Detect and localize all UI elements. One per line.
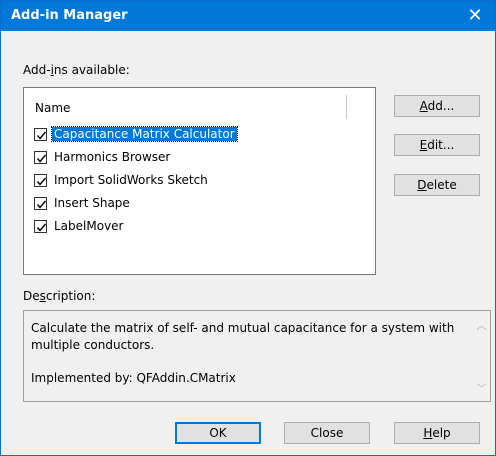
list-item[interactable]: LabelMover (34, 217, 344, 237)
checkbox[interactable] (34, 174, 47, 187)
description-label: Description: (23, 289, 96, 303)
addins-available-label: Add-ins available: (23, 63, 130, 77)
title-bar[interactable]: Add-in Manager ✕ (1, 1, 495, 31)
scroll-up-icon[interactable]: ︿ (473, 317, 490, 332)
description-text: Calculate the matrix of self- and mutual… (31, 321, 455, 352)
checkbox[interactable] (34, 151, 47, 164)
ok-button[interactable]: OK (175, 422, 261, 444)
add-button[interactable]: Add... (394, 95, 480, 117)
description-scrollbar[interactable]: ︿ ﹀ (473, 311, 490, 401)
addins-list[interactable]: Name Capacitance Matrix Calculator Harmo… (23, 87, 376, 275)
list-item-label: Import SolidWorks Sketch (54, 173, 208, 187)
list-item-label: Capacitance Matrix Calculator (51, 126, 238, 142)
list-item[interactable]: Insert Shape (34, 194, 344, 214)
list-item[interactable]: Harmonics Browser (34, 148, 344, 168)
list-item[interactable]: Capacitance Matrix Calculator (34, 125, 344, 145)
window-title: Add-in Manager (11, 8, 128, 23)
checkmark-icon (36, 131, 47, 140)
checkbox[interactable] (34, 128, 47, 141)
close-icon[interactable]: ✕ (455, 1, 495, 31)
column-separator[interactable] (346, 95, 347, 119)
list-header: Name (24, 88, 375, 122)
checkbox[interactable] (34, 197, 47, 210)
list-item[interactable]: Import SolidWorks Sketch (34, 171, 344, 191)
scroll-down-icon[interactable]: ﹀ (473, 380, 490, 395)
close-button[interactable]: Close (284, 422, 370, 444)
checkmark-icon (36, 223, 47, 232)
checkmark-icon (36, 200, 47, 209)
delete-button[interactable]: Delete (394, 174, 480, 196)
column-header-name[interactable]: Name (35, 101, 70, 115)
list-item-label: LabelMover (54, 219, 124, 233)
implemented-by-text: Implemented by: QFAddin.CMatrix (31, 371, 236, 385)
checkmark-icon (36, 177, 47, 186)
edit-button[interactable]: Edit... (394, 134, 480, 156)
checkmark-icon (36, 154, 47, 163)
add-in-manager-dialog: Add-in Manager ✕ Add-ins available: Name… (0, 0, 496, 456)
help-button[interactable]: Help (394, 422, 480, 444)
checkbox[interactable] (34, 220, 47, 233)
list-item-label: Harmonics Browser (54, 150, 171, 164)
description-box[interactable]: Calculate the matrix of self- and mutual… (23, 310, 491, 402)
list-item-label: Insert Shape (54, 196, 130, 210)
